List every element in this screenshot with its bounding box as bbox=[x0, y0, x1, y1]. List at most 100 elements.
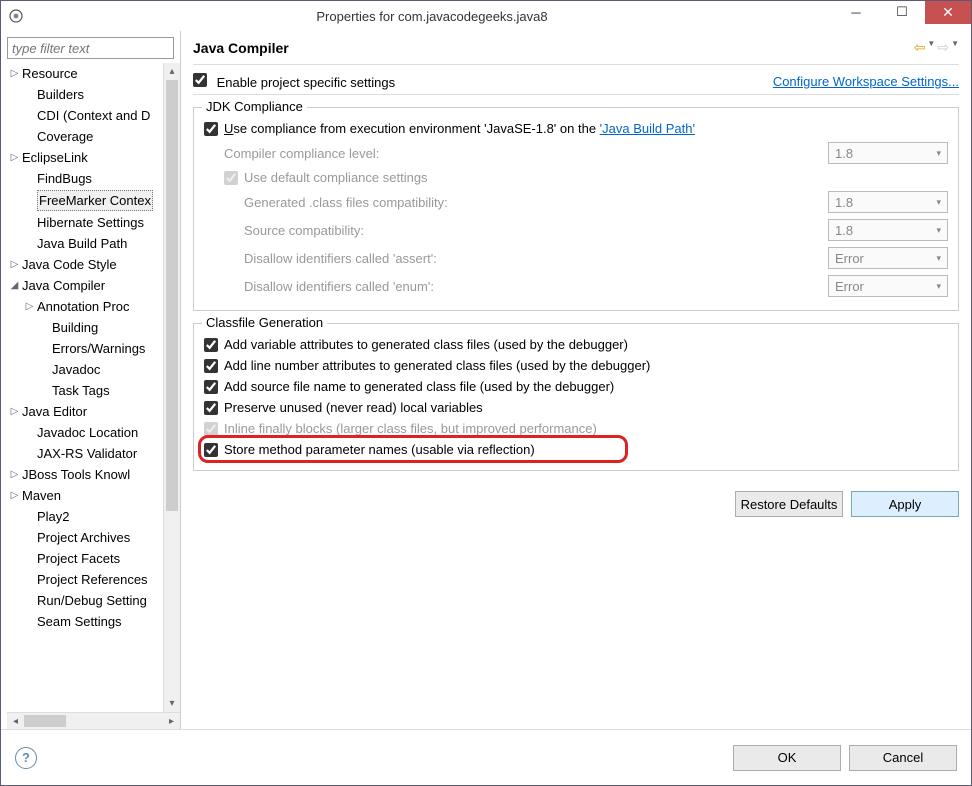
tree-item-label: Java Compiler bbox=[22, 276, 105, 295]
tree-item[interactable]: ▷Project Archives bbox=[7, 527, 180, 548]
tree-item[interactable]: ▷Builders bbox=[7, 84, 180, 105]
tree-item[interactable]: ▷Project References bbox=[7, 569, 180, 590]
tree-item[interactable]: ▷Maven bbox=[7, 485, 180, 506]
compliance-level-label: Compiler compliance level: bbox=[224, 146, 828, 161]
tree-item-label: Hibernate Settings bbox=[37, 213, 144, 232]
tree-item[interactable]: ▷Resource bbox=[7, 63, 180, 84]
tree-item-label: Maven bbox=[22, 486, 61, 505]
jdk-legend: JDK Compliance bbox=[202, 99, 307, 114]
page-title: Java Compiler bbox=[193, 40, 914, 56]
tree-item[interactable]: ▷Javadoc bbox=[7, 359, 180, 380]
var-attrs-label: Add variable attributes to generated cla… bbox=[224, 337, 948, 352]
tree-arrow-icon[interactable]: ▷ bbox=[7, 465, 22, 484]
back-menu-icon[interactable]: ▼ bbox=[927, 39, 935, 56]
forward-icon: ⇨ bbox=[937, 39, 949, 56]
right-pane: Java Compiler ⇦ ▼ ⇨ ▼ Enable project spe… bbox=[181, 31, 971, 729]
tree-item[interactable]: ▷Coverage bbox=[7, 126, 180, 147]
tree-item[interactable]: ▷Seam Settings bbox=[7, 611, 180, 632]
chevron-down-icon: ▾ bbox=[936, 225, 941, 236]
java-build-path-link[interactable]: 'Java Build Path' bbox=[600, 121, 695, 136]
enable-specific-checkbox-label[interactable]: Enable project specific settings bbox=[193, 73, 773, 90]
store-params-checkbox[interactable] bbox=[204, 443, 218, 457]
assert-combo: Error▾ bbox=[828, 247, 948, 269]
tree-item[interactable]: ▷Hibernate Settings bbox=[7, 212, 180, 233]
var-attrs-checkbox[interactable] bbox=[204, 338, 218, 352]
enum-combo: Error▾ bbox=[828, 275, 948, 297]
source-name-label: Add source file name to generated class … bbox=[224, 379, 948, 394]
scroll-down-icon[interactable]: ▾ bbox=[164, 695, 180, 712]
line-attrs-checkbox[interactable] bbox=[204, 359, 218, 373]
tree-item[interactable]: ▷FindBugs bbox=[7, 168, 180, 189]
inline-finally-label: Inline finally blocks (larger class file… bbox=[224, 421, 948, 436]
tree-item-label: Javadoc Location bbox=[37, 423, 138, 442]
tree-arrow-icon[interactable]: ▷ bbox=[7, 64, 22, 83]
left-pane: ▷Resource▷Builders▷CDI (Context and D▷Co… bbox=[1, 31, 181, 729]
minimize-button[interactable]: ─ bbox=[833, 1, 879, 24]
tree-item[interactable]: ▷Run/Debug Setting bbox=[7, 590, 180, 611]
close-button[interactable]: ✕ bbox=[925, 1, 971, 24]
source-compat-combo: 1.8▾ bbox=[828, 219, 948, 241]
tree-vertical-scrollbar[interactable]: ▴ ▾ bbox=[163, 63, 180, 712]
scroll-up-icon[interactable]: ▴ bbox=[164, 63, 180, 80]
tree-item-label: Task Tags bbox=[52, 381, 110, 400]
tree-item-label: Java Editor bbox=[22, 402, 87, 421]
use-env-label: Use compliance from execution environmen… bbox=[224, 121, 948, 136]
tree-arrow-icon[interactable]: ▷ bbox=[7, 148, 22, 167]
tree-item[interactable]: ▷CDI (Context and D bbox=[7, 105, 180, 126]
tree-item[interactable]: ▷Javadoc Location bbox=[7, 422, 180, 443]
tree-item[interactable]: ◢Java Compiler bbox=[7, 275, 180, 296]
tree-item[interactable]: ▷Errors/Warnings bbox=[7, 338, 180, 359]
forward-menu-icon[interactable]: ▼ bbox=[951, 39, 959, 56]
tree-item-label: JAX-RS Validator bbox=[37, 444, 137, 463]
tree-item[interactable]: ▷Java Editor bbox=[7, 401, 180, 422]
scroll-right-icon[interactable]: ▸ bbox=[163, 713, 180, 729]
configure-workspace-link[interactable]: Configure Workspace Settings... bbox=[773, 74, 959, 89]
tree-arrow-icon[interactable]: ▷ bbox=[7, 486, 22, 505]
ok-button[interactable]: OK bbox=[733, 745, 841, 771]
help-icon[interactable]: ? bbox=[15, 747, 37, 769]
filter-input[interactable] bbox=[7, 37, 174, 59]
chevron-down-icon: ▾ bbox=[936, 197, 941, 208]
tree-arrow-icon[interactable]: ▷ bbox=[22, 297, 37, 316]
scroll-thumb-h[interactable] bbox=[24, 715, 66, 727]
gen-class-combo: 1.8▾ bbox=[828, 191, 948, 213]
tree-item-label: Project Facets bbox=[37, 549, 120, 568]
tree-horizontal-scrollbar[interactable]: ◂ ▸ bbox=[7, 712, 180, 729]
tree-item[interactable]: ▷Task Tags bbox=[7, 380, 180, 401]
enum-label: Disallow identifiers called 'enum': bbox=[244, 279, 828, 294]
cancel-button[interactable]: Cancel bbox=[849, 745, 957, 771]
chevron-down-icon: ▾ bbox=[936, 253, 941, 264]
scroll-thumb[interactable] bbox=[166, 80, 178, 511]
tree-item[interactable]: ▷FreeMarker Contex bbox=[7, 189, 180, 212]
window-title: Properties for com.javacodegeeks.java8 bbox=[31, 9, 833, 24]
tree-item-label: Annotation Proc bbox=[37, 297, 130, 316]
chevron-down-icon: ▾ bbox=[936, 281, 941, 292]
tree-item[interactable]: ▷Java Code Style bbox=[7, 254, 180, 275]
apply-button[interactable]: Apply bbox=[851, 491, 959, 517]
tree-item[interactable]: ▷Building bbox=[7, 317, 180, 338]
tree-arrow-icon[interactable]: ▷ bbox=[7, 402, 22, 421]
tree-arrow-icon[interactable]: ◢ bbox=[7, 276, 22, 295]
tree-item[interactable]: ▷Java Build Path bbox=[7, 233, 180, 254]
maximize-button[interactable]: ☐ bbox=[879, 1, 925, 24]
tree-arrow-icon[interactable]: ▷ bbox=[7, 255, 22, 274]
enable-specific-checkbox[interactable] bbox=[193, 73, 207, 87]
tree-item-label: Java Build Path bbox=[37, 234, 127, 253]
tree-item-label: Project References bbox=[37, 570, 148, 589]
nav-arrows: ⇦ ▼ ⇨ ▼ bbox=[914, 39, 959, 56]
preserve-unused-checkbox[interactable] bbox=[204, 401, 218, 415]
tree-item[interactable]: ▷EclipseLink bbox=[7, 147, 180, 168]
restore-defaults-button[interactable]: Restore Defaults bbox=[735, 491, 843, 517]
use-env-checkbox[interactable] bbox=[204, 122, 218, 136]
scroll-left-icon[interactable]: ◂ bbox=[7, 713, 24, 729]
tree-item[interactable]: ▷Play2 bbox=[7, 506, 180, 527]
tree-item[interactable]: ▷JAX-RS Validator bbox=[7, 443, 180, 464]
source-name-checkbox[interactable] bbox=[204, 380, 218, 394]
nav-tree[interactable]: ▷Resource▷Builders▷CDI (Context and D▷Co… bbox=[7, 63, 180, 632]
tree-item[interactable]: ▷JBoss Tools Knowl bbox=[7, 464, 180, 485]
back-icon[interactable]: ⇦ bbox=[914, 39, 926, 56]
jdk-compliance-group: JDK Compliance Use compliance from execu… bbox=[193, 107, 959, 311]
tree-item-label: Java Code Style bbox=[22, 255, 117, 274]
tree-item[interactable]: ▷Annotation Proc bbox=[7, 296, 180, 317]
tree-item[interactable]: ▷Project Facets bbox=[7, 548, 180, 569]
